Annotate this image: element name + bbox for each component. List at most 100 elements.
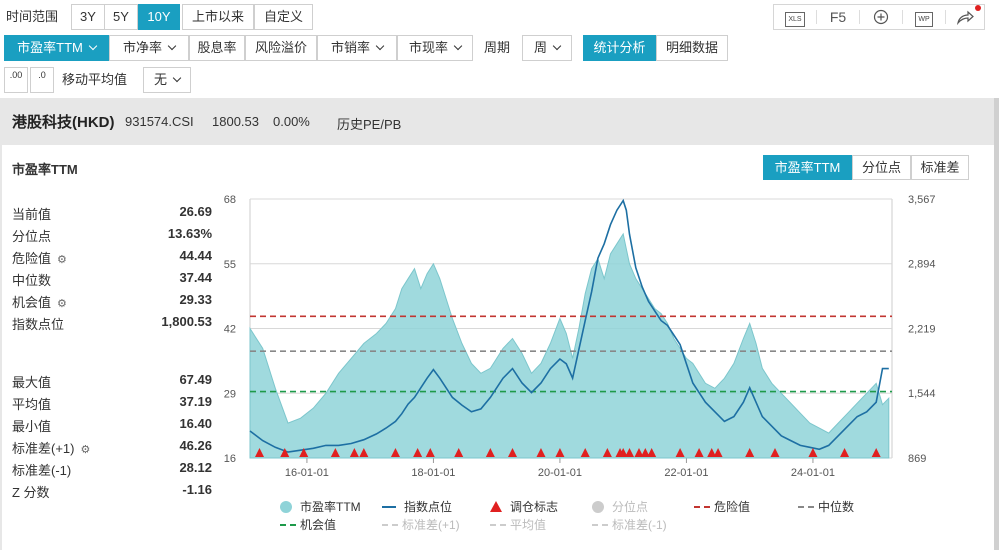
word-export-icon[interactable]: WP bbox=[903, 5, 945, 29]
chevron-down-icon bbox=[167, 41, 177, 51]
stat-value: 44.44 bbox=[179, 248, 212, 263]
stat-label: 指数点位 bbox=[12, 317, 65, 332]
range-3y-button[interactable]: 3Y bbox=[71, 4, 105, 30]
stat-label: Z 分数 bbox=[12, 485, 50, 500]
stat-label: 最大值 bbox=[12, 375, 52, 390]
stat-label: 分位点 bbox=[12, 229, 52, 244]
stat-label: 机会值 ⚙ bbox=[12, 295, 67, 310]
legend-circle-icon bbox=[280, 501, 292, 513]
stat-value: 16.40 bbox=[179, 416, 212, 431]
index-change: 0.00% bbox=[273, 114, 310, 129]
legend-dash-icon bbox=[592, 524, 608, 526]
legend-item[interactable]: 平均值 bbox=[490, 516, 546, 533]
refresh-f5-icon[interactable]: F5 bbox=[817, 5, 859, 29]
stat-value: 37.19 bbox=[179, 394, 212, 409]
legend-dash-icon bbox=[798, 506, 814, 508]
index-code: 931574.CSI bbox=[125, 114, 194, 129]
stat-value: 67.49 bbox=[179, 372, 212, 387]
stat-value: 26.69 bbox=[179, 204, 212, 219]
stat-value: -1.16 bbox=[182, 482, 212, 497]
decimal-decrease-icon[interactable]: .0 bbox=[30, 67, 54, 93]
metric-risk-premium-button[interactable]: 风险溢价 bbox=[245, 35, 317, 61]
metric-dividend-button[interactable]: 股息率 bbox=[189, 35, 245, 61]
zoom-in-icon[interactable] bbox=[860, 5, 902, 29]
excel-icon-label: XLS bbox=[785, 12, 805, 27]
stat-label: 当前值 bbox=[12, 207, 52, 222]
stat-value: 1,800.53 bbox=[161, 314, 212, 329]
stat-label: 标准差(-1) bbox=[12, 463, 72, 478]
legend-dash-icon bbox=[382, 524, 398, 526]
stat-value: 28.12 bbox=[179, 460, 212, 475]
decimal-increase-label: .00 bbox=[9, 70, 23, 80]
tab-statistics[interactable]: 统计分析 bbox=[583, 35, 656, 61]
range-10y-button[interactable]: 10Y bbox=[138, 4, 180, 30]
chart-panel bbox=[2, 145, 994, 550]
metric-pe-ttm-label: 市盈率TTM bbox=[17, 40, 83, 55]
legend-item[interactable]: 标准差(-1) bbox=[592, 516, 667, 533]
range-since-listing-button[interactable]: 上市以来 bbox=[182, 4, 254, 30]
metric-pb-label: 市净率 bbox=[122, 40, 162, 55]
legend-item[interactable]: 标准差(+1) bbox=[382, 516, 460, 533]
gear-icon[interactable]: ⚙ bbox=[57, 297, 67, 310]
decimal-increase-icon[interactable]: .00 bbox=[4, 67, 28, 93]
stat-value: 46.26 bbox=[179, 438, 212, 453]
tab-std-dev[interactable]: 标准差 bbox=[911, 155, 969, 180]
time-range-label: 时间范围 bbox=[6, 9, 59, 24]
legend-item[interactable]: 机会值 bbox=[280, 516, 336, 533]
export-toolbox: XLS F5 WP bbox=[773, 4, 985, 30]
legend-item[interactable]: 中位数 bbox=[798, 498, 854, 515]
legend-dash-icon bbox=[280, 524, 296, 526]
stat-label: 危险值 ⚙ bbox=[12, 251, 67, 266]
period-value: 周 bbox=[533, 40, 547, 55]
legend-item[interactable]: 分位点 bbox=[592, 498, 648, 515]
legend-triangle-icon bbox=[490, 501, 502, 512]
stat-label: 中位数 bbox=[12, 273, 52, 288]
tab-percentile[interactable]: 分位点 bbox=[852, 155, 911, 180]
legend-circle-icon bbox=[592, 501, 604, 513]
legend-dash-icon bbox=[490, 524, 506, 526]
period-select[interactable]: 周 bbox=[522, 35, 572, 61]
tab-pe-ttm[interactable]: 市盈率TTM bbox=[763, 155, 852, 180]
range-5y-button[interactable]: 5Y bbox=[104, 4, 138, 30]
metric-pcf-button[interactable]: 市现率 bbox=[397, 35, 473, 61]
stat-label: 标准差(+1) ⚙ bbox=[12, 441, 91, 456]
notification-dot bbox=[975, 5, 981, 11]
metric-pcf-label: 市现率 bbox=[408, 40, 448, 55]
chevron-down-icon bbox=[88, 41, 98, 51]
moving-average-value: 无 bbox=[153, 72, 167, 87]
metric-ps-button[interactable]: 市销率 bbox=[317, 35, 397, 61]
stat-value: 37.44 bbox=[179, 270, 212, 285]
stat-value: 29.33 bbox=[179, 292, 212, 307]
moving-average-select[interactable]: 无 bbox=[143, 67, 191, 93]
index-name: 港股科技(HKD) bbox=[12, 114, 115, 131]
scrollbar[interactable] bbox=[994, 98, 999, 550]
legend-item[interactable]: 市盈率TTM bbox=[280, 498, 361, 515]
history-pe-pb-link[interactable]: 历史PE/PB bbox=[337, 114, 401, 133]
legend-item[interactable]: 调仓标志 bbox=[490, 498, 558, 515]
chevron-down-icon bbox=[172, 73, 182, 83]
panel-title: 市盈率TTM bbox=[12, 162, 78, 177]
metric-pb-button[interactable]: 市净率 bbox=[109, 35, 189, 61]
stat-value: 13.63% bbox=[167, 226, 212, 241]
gear-icon[interactable]: ⚙ bbox=[80, 443, 90, 456]
chevron-down-icon bbox=[552, 41, 562, 51]
stat-label: 平均值 bbox=[12, 397, 52, 412]
legend-item[interactable]: 危险值 bbox=[694, 498, 750, 515]
chevron-down-icon bbox=[453, 41, 463, 51]
legend-item[interactable]: 指数点位 bbox=[382, 498, 452, 515]
gear-icon[interactable]: ⚙ bbox=[57, 253, 67, 266]
metric-pe-ttm-button[interactable]: 市盈率TTM bbox=[4, 35, 109, 61]
tab-detail-data[interactable]: 明细数据 bbox=[656, 35, 728, 61]
moving-average-label: 移动平均值 bbox=[62, 72, 128, 87]
share-icon[interactable] bbox=[946, 5, 984, 29]
metric-ps-label: 市销率 bbox=[330, 40, 370, 55]
word-icon-label: WP bbox=[915, 12, 933, 27]
excel-export-icon[interactable]: XLS bbox=[774, 5, 816, 29]
decimal-decrease-label: .0 bbox=[38, 70, 46, 80]
stat-label: 最小值 bbox=[12, 419, 52, 434]
range-custom-button[interactable]: 自定义 bbox=[254, 4, 313, 30]
index-price: 1800.53 bbox=[212, 114, 259, 129]
chevron-down-icon bbox=[375, 41, 385, 51]
legend-line-icon bbox=[382, 506, 396, 508]
legend-dash-icon bbox=[694, 506, 710, 508]
